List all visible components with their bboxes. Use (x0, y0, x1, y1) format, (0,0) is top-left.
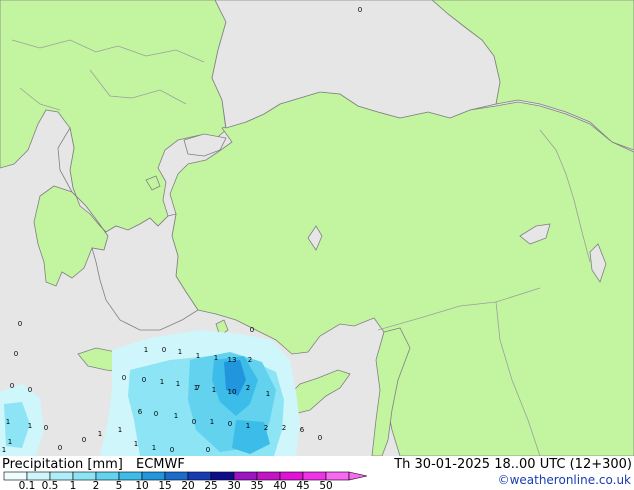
map-footer: 0.1 0.5 1 2 5 10 15 20 25 30 35 40 45 50 Precipitatio… (0, 456, 634, 490)
legend-tick-label: 45 (296, 480, 309, 490)
precip-value-label: 1 (266, 390, 270, 398)
precip-value-label: 0 (122, 374, 126, 382)
precip-value-label: 1 (6, 418, 10, 426)
precip-value-label: 0 (142, 376, 146, 384)
precip-value-label: 0 (162, 346, 166, 354)
precip-value-label: 1 (178, 348, 182, 356)
legend-swatch (279, 471, 304, 481)
legend-arrow (348, 471, 368, 481)
precip-value-label: 0 (14, 350, 18, 358)
legend-swatch (302, 471, 327, 481)
legend-tick-label: 1 (70, 480, 77, 490)
legend-swatch (325, 471, 350, 481)
precip-value-label: 1 (212, 386, 216, 394)
precip-value-label: 1 (28, 422, 32, 430)
precip-title: Precipitation [mm] (2, 457, 123, 472)
precip-value-label: 0 (28, 386, 32, 394)
legend-swatch (49, 471, 74, 481)
precip-value-label: 1 (134, 440, 138, 448)
precip-value-label: 1 (176, 380, 180, 388)
legend-tick-label: 40 (273, 480, 286, 490)
legend-swatch (118, 471, 143, 481)
precip-value-label: 1 (196, 352, 200, 360)
precip-value-label: 1 (2, 446, 6, 454)
precip-value-label: 0 (206, 446, 210, 454)
legend-swatch (164, 471, 189, 481)
legend-swatch (26, 471, 51, 481)
legend-swatches (3, 471, 368, 481)
model-name: ECMWF (136, 457, 185, 472)
precip-value-label: 13 (228, 356, 237, 364)
legend-swatch (256, 471, 281, 481)
precip-value-label: 0 (318, 434, 322, 442)
precip-value-label: 6 (138, 408, 143, 416)
precip-value-label: 1 (118, 426, 122, 434)
precip-value-label: 0 (358, 6, 362, 14)
precip-value-label: 1 (152, 444, 156, 452)
precip-value-label: 1 (246, 422, 250, 430)
precip-value-label: 2 (282, 424, 286, 432)
precip-value-label: 2 (246, 384, 250, 392)
legend-tick-label: 15 (158, 480, 171, 490)
legend-swatch (141, 471, 166, 481)
legend-swatch (187, 471, 212, 481)
legend-swatch (3, 471, 28, 481)
precip-value-label: 10 (228, 388, 237, 396)
legend-swatch (72, 471, 97, 481)
legend-swatch (233, 471, 258, 481)
valid-datetime: Th 30-01-2025 18..00 UTC (12+300) (394, 457, 632, 472)
precip-value-label: 6 (300, 426, 305, 434)
precip-value-label: 1 (144, 346, 148, 354)
legend-tick-label: 25 (204, 480, 217, 490)
precip-value-label: 7 (196, 384, 200, 392)
precip-value-label: 1 (174, 412, 178, 420)
legend-tick-label: 0.1 (19, 480, 36, 490)
precip-value-label: 2 (248, 356, 252, 364)
precip-value-label: 1 (214, 354, 218, 362)
precip-value-label: 0 (250, 326, 254, 334)
precip-value-label: 0 (10, 382, 14, 390)
legend-tick-label: 35 (250, 480, 263, 490)
legend-tick-label: 5 (116, 480, 123, 490)
precip-value-label: 0 (82, 436, 86, 444)
legend-tick-label: 10 (135, 480, 148, 490)
legend-tick-label: 0.5 (42, 480, 59, 490)
precip-value-label: 0 (170, 446, 174, 454)
legend-tick-label: 30 (227, 480, 240, 490)
precip-value-label: 0 (18, 320, 22, 328)
precipitation-map: 0000 01 0 1 1 10 0 1 1 17 1 10 213 216 0 10 1 0 1 2 2 61111 1 0… (0, 0, 634, 456)
precip-value-label: 1 (210, 418, 214, 426)
credit-link[interactable]: ©weatheronline.co.uk (498, 473, 631, 487)
legend-tick-label: 2 (93, 480, 100, 490)
legend-tick-label: 50 (319, 480, 332, 490)
legend-swatch (95, 471, 120, 481)
legend-swatch (210, 471, 235, 481)
precip-value-label: 1 (8, 438, 12, 446)
precip-value-label: 0 (192, 418, 196, 426)
legend-ticks: 0.1 0.5 1 2 5 10 15 20 25 30 35 40 45 50 (19, 480, 333, 490)
precip-value-label: 1 (98, 430, 102, 438)
precip-value-label: 1 (160, 378, 164, 386)
precip-value-label: 0 (154, 410, 158, 418)
precip-value-label: 2 (264, 424, 268, 432)
precip-value-label: 0 (228, 420, 232, 428)
precip-value-label: 0 (58, 444, 62, 452)
legend-tick-label: 20 (181, 480, 194, 490)
precip-value-label: 0 (44, 424, 48, 432)
